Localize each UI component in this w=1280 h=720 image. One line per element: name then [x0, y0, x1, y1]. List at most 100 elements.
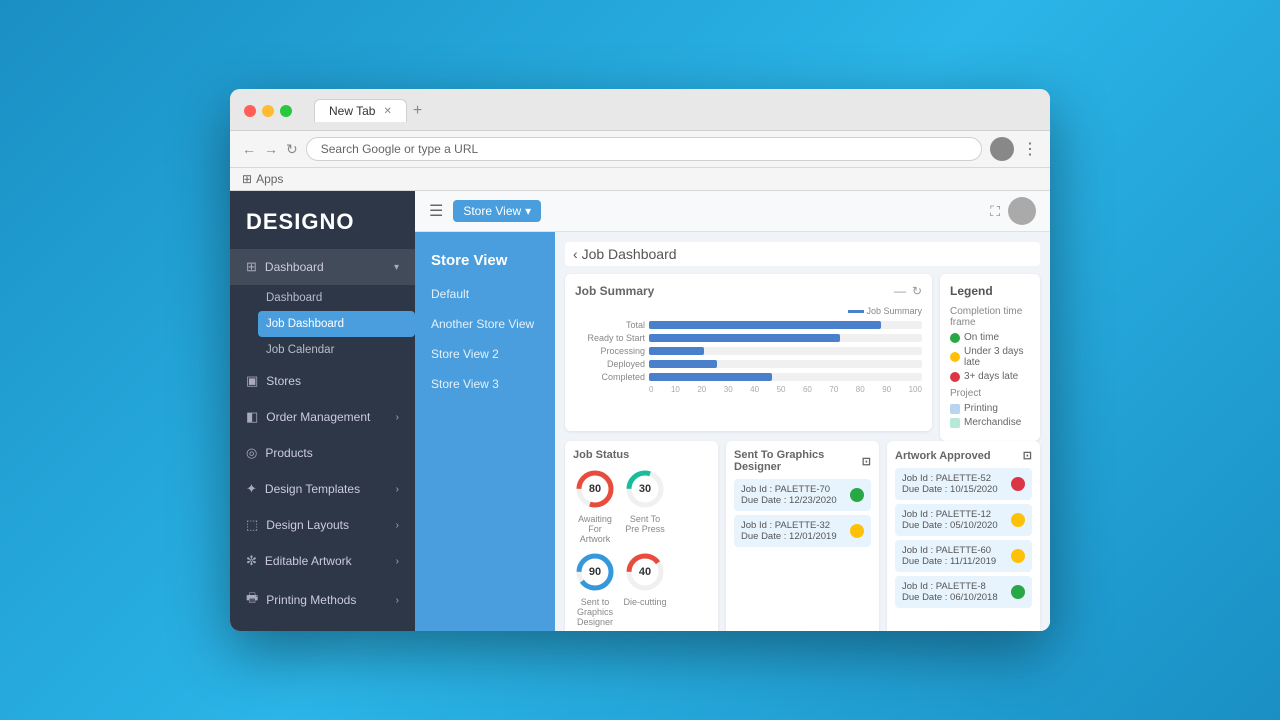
- artwork-job-info-2: Job Id : PALETTE-12 Due Date : 05/10/202…: [902, 509, 998, 531]
- bar-row-deployed: Deployed: [575, 359, 922, 369]
- bar-track-processing: [649, 347, 922, 355]
- bar-label-deployed: Deployed: [575, 359, 645, 369]
- card-actions: — ↻: [894, 284, 922, 298]
- donut-label-4: Die-cutting: [623, 597, 666, 607]
- artwork-job-id-3: Job Id : PALETTE-60: [902, 545, 996, 556]
- chevron-right-icon-4: ›: [396, 556, 399, 567]
- job-info-2: Job Id : PALETTE-32 Due Date : 12/01/201…: [741, 520, 837, 542]
- sidebar-item-dashboard[interactable]: ⊞ Dashboard ▾: [230, 249, 415, 285]
- store-panel-title: Store View: [415, 240, 555, 279]
- bar-row-completed: Completed: [575, 372, 922, 382]
- minimize-card-button[interactable]: —: [894, 284, 906, 298]
- legend-3-plus: 3+ days late: [950, 371, 1030, 382]
- user-avatar[interactable]: [1008, 197, 1036, 225]
- sidebar-label-design-layouts: Design Layouts: [266, 518, 349, 532]
- artwork-approved-label: Artwork Approved: [895, 450, 991, 462]
- donut-item-4: 40 Die-cutting: [623, 550, 667, 627]
- legend-printing: Printing: [950, 403, 1030, 414]
- editable-artwork-icon: ✼: [246, 553, 257, 569]
- sidebar-item-dashboard-main[interactable]: Dashboard: [266, 285, 415, 311]
- donut-die-cutting: 40: [623, 550, 667, 594]
- expand-icon[interactable]: ⛶: [990, 203, 1000, 220]
- new-tab-button[interactable]: +: [413, 102, 422, 120]
- store-view-button[interactable]: Store View ▾: [453, 200, 541, 222]
- refresh-button[interactable]: ↻: [286, 141, 298, 158]
- artwork-approved-copy-icon[interactable]: ⊡: [1023, 449, 1032, 462]
- sidebar-item-design-layouts[interactable]: ⬚ Design Layouts ›: [230, 507, 415, 543]
- forward-button[interactable]: →: [264, 141, 278, 157]
- store-view-label: Store View: [463, 204, 521, 218]
- store-view-panel: Store View Default Another Store View St…: [415, 232, 555, 631]
- tab-close-button[interactable]: ✕: [383, 106, 391, 117]
- sent-graphics-copy-icon[interactable]: ⊡: [862, 455, 871, 468]
- artwork-badge-4: [1011, 585, 1025, 599]
- legend-completion-title: Completion time frame: [950, 306, 1030, 328]
- legend-label-under-3: Under 3 days late: [964, 346, 1030, 368]
- sidebar-item-job-dashboard[interactable]: Job Dashboard: [258, 311, 415, 337]
- close-button[interactable]: [244, 105, 256, 117]
- store-option-3[interactable]: Store View 3: [415, 369, 555, 399]
- address-bar[interactable]: Search Google or type a URL: [306, 137, 982, 161]
- browser-tab[interactable]: New Tab ✕: [314, 99, 407, 122]
- sidebar-item-stores[interactable]: ▣ Stores: [230, 363, 415, 399]
- store-option-2[interactable]: Store View 2: [415, 339, 555, 369]
- donut-sent-prepress: 30: [623, 467, 667, 511]
- tab-title: New Tab: [329, 104, 375, 118]
- artwork-job-info-4: Job Id : PALETTE-8 Due Date : 06/10/2018: [902, 581, 998, 603]
- artwork-job-due-1: Due Date : 10/15/2020: [902, 484, 998, 495]
- traffic-lights: [244, 105, 292, 117]
- browser-toolbar: ← → ↻ Search Google or type a URL ⋮: [230, 131, 1050, 168]
- donut-awaiting-artwork: 80: [573, 467, 617, 511]
- back-button[interactable]: ←: [242, 141, 256, 157]
- job-badge-2: [850, 524, 864, 538]
- donut-item-1: 80 Awaiting For Artwork: [573, 467, 617, 544]
- app-logo: DESIGNO: [230, 191, 415, 249]
- job-item-2: Job Id : PALETTE-32 Due Date : 12/01/201…: [734, 515, 871, 547]
- legend-sq-blue: [950, 404, 960, 414]
- minimize-button[interactable]: [262, 105, 274, 117]
- artwork-approved-card: Artwork Approved ⊡ Job Id : PALETTE-52 D…: [887, 441, 1040, 631]
- job-due-2: Due Date : 12/01/2019: [741, 531, 837, 542]
- sidebar-item-editable-artwork[interactable]: ✼ Editable Artwork ›: [230, 543, 415, 579]
- job-dashboard-title: Job Dashboard: [582, 246, 677, 262]
- artwork-badge-2: [1011, 513, 1025, 527]
- refresh-card-button[interactable]: ↻: [912, 284, 922, 298]
- dashboard-breadcrumb: ‹ Job Dashboard: [565, 242, 1040, 266]
- artwork-job-due-2: Due Date : 05/10/2020: [902, 520, 998, 531]
- chevron-right-icon-3: ›: [396, 520, 399, 531]
- job-summary-title: Job Summary: [575, 284, 654, 298]
- bar-track-total: [649, 321, 922, 329]
- top-bar: ☰ Store View ▾ ⛶: [415, 191, 1050, 232]
- bar-track-ready: [649, 334, 922, 342]
- job-summary-card: Job Summary — ↻ Job Summary: [565, 274, 932, 431]
- legend-dot-red: [950, 372, 960, 382]
- bar-fill-ready: [649, 334, 840, 342]
- sidebar-item-order-management[interactable]: ◧ Order Management ›: [230, 399, 415, 435]
- sidebar-item-products[interactable]: ◎ Products: [230, 435, 415, 471]
- donut-value-3: 90: [589, 566, 601, 578]
- sidebar-item-design-templates[interactable]: ✦ Design Templates ›: [230, 471, 415, 507]
- sidebar-label-orders: Order Management: [266, 410, 370, 424]
- sidebar-label-dashboard: Dashboard: [265, 260, 324, 274]
- sidebar-item-printing-methods[interactable]: 🖶 Printing Methods ›: [230, 579, 415, 621]
- store-option-another[interactable]: Another Store View: [415, 309, 555, 339]
- maximize-button[interactable]: [280, 105, 292, 117]
- store-option-default[interactable]: Default: [415, 279, 555, 309]
- bar-label-completed: Completed: [575, 372, 645, 382]
- sidebar-item-job-calendar[interactable]: Job Calendar: [266, 337, 415, 363]
- bar-label-processing: Processing: [575, 346, 645, 356]
- sent-graphics-label: Sent To Graphics Designer: [734, 449, 862, 473]
- design-templates-icon: ✦: [246, 481, 257, 497]
- artwork-job-info-3: Job Id : PALETTE-60 Due Date : 11/11/201…: [902, 545, 996, 567]
- legend-sq-teal: [950, 418, 960, 428]
- apps-label: Apps: [256, 172, 283, 186]
- artwork-badge-1: [1011, 477, 1025, 491]
- browser-menu-button[interactable]: ⋮: [1022, 139, 1038, 159]
- profile-icon[interactable]: [990, 137, 1014, 161]
- job-id-1: Job Id : PALETTE-70: [741, 484, 837, 495]
- legend-on-time: On time: [950, 332, 1030, 343]
- job-status-card: Job Status 80: [565, 441, 718, 631]
- hamburger-icon[interactable]: ☰: [429, 201, 443, 221]
- bar-axis: 0102030405060708090100: [649, 385, 922, 394]
- legend-dot-yellow: [950, 352, 960, 362]
